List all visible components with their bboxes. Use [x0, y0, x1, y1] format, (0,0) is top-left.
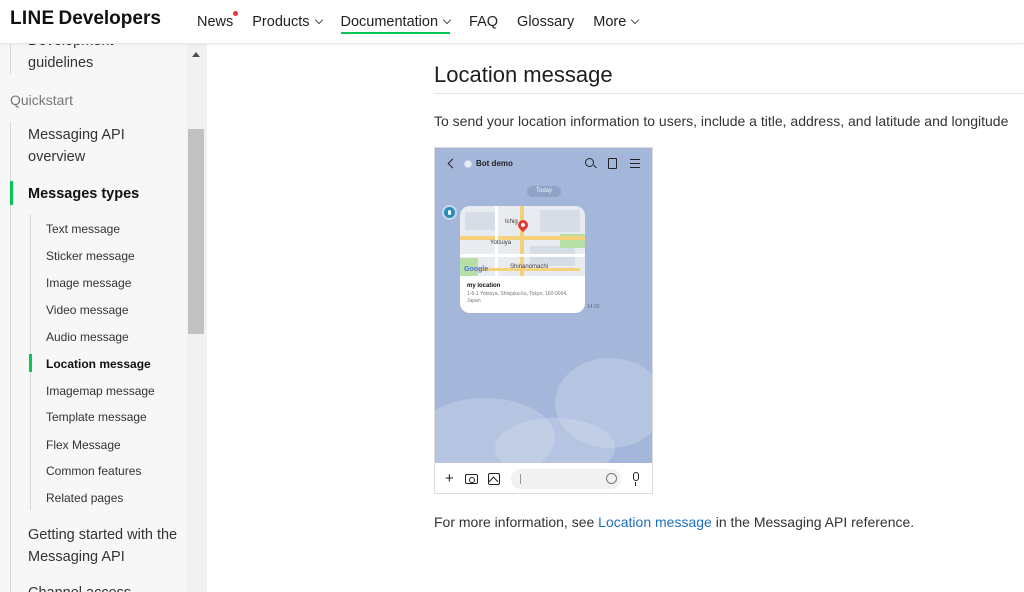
date-separator: Today — [527, 186, 561, 197]
nav-news-label: News — [197, 14, 234, 30]
bot-name: Bot demo — [476, 159, 513, 168]
sidebar-sub-flex-message[interactable]: Flex Message — [46, 438, 121, 452]
location-message-reference-link[interactable]: Location message — [598, 514, 712, 530]
map-label: Yotsuya — [490, 240, 512, 246]
location-title: my location — [467, 283, 501, 289]
docs-sidebar: Development guidelines Quickstart Messag… — [0, 44, 207, 592]
sidebar-active-indicator — [10, 181, 13, 205]
nav-news[interactable]: News — [197, 0, 239, 44]
image-icon[interactable] — [488, 473, 500, 485]
sidebar-section-quickstart[interactable]: Quickstart — [10, 92, 73, 108]
sender-avatar — [442, 205, 457, 220]
location-address: 1-6-1 Yotsuya, Shinjuku-ku, Tokyo, 160-0… — [467, 291, 568, 304]
location-message-screenshot: Bot demo Today Ichig Yotsuya Google Shin… — [434, 147, 653, 494]
chevron-down-icon — [631, 15, 640, 25]
map-pin-icon — [515, 217, 531, 233]
chevron-down-icon — [314, 15, 323, 25]
map-label: Ichig — [505, 219, 518, 225]
sidebar-sub-imagemap-message[interactable]: Imagemap message — [46, 384, 155, 398]
nav-glossary[interactable]: Glossary — [517, 0, 574, 44]
text-caret — [520, 474, 521, 484]
nav-glossary-label: Glossary — [517, 14, 575, 30]
bot-avatar — [464, 160, 472, 168]
sidebar-sub-sticker-message[interactable]: Sticker message — [46, 249, 135, 263]
sidebar-sub-common-features[interactable]: Common features — [46, 464, 141, 478]
chevron-down-icon — [442, 15, 452, 25]
map-preview: Ichig Yotsuya Google Shinanomachi — [460, 206, 585, 276]
nav-products[interactable]: Products — [252, 0, 323, 44]
sidebar-sub-related-pages[interactable]: Related pages — [46, 491, 123, 505]
logo-line-text: LINE — [10, 8, 55, 29]
note-icon[interactable] — [608, 158, 617, 169]
sidebar-item-messages-types[interactable]: Messages types — [28, 183, 178, 205]
plus-icon[interactable]: + — [445, 471, 454, 486]
news-notification-dot — [233, 11, 239, 16]
microphone-icon[interactable] — [633, 472, 639, 486]
map-block — [540, 210, 580, 232]
outro-paragraph: For more information, see Location messa… — [434, 514, 914, 530]
message-timestamp: 14:20 — [587, 304, 600, 310]
camera-icon[interactable] — [465, 474, 478, 484]
chat-header: Bot demo — [435, 148, 652, 180]
sidebar-sub-video-message[interactable]: Video message — [46, 303, 129, 317]
nav-faq-label: FAQ — [469, 14, 499, 30]
sidebar-item-channel-access[interactable]: Channel access — [28, 582, 178, 592]
nav-more-label: More — [593, 14, 627, 30]
sidebar-sub-audio-message[interactable]: Audio message — [46, 330, 129, 344]
sidebar-sub-active-indicator — [29, 354, 32, 372]
map-label: Shinanomachi — [510, 264, 549, 270]
top-header: LINE Developers News Products Documentati… — [0, 0, 1024, 44]
map-road — [460, 254, 585, 257]
outro-prefix: For more information, see — [434, 514, 599, 530]
logo-developers-text: Developers — [58, 8, 161, 29]
sidebar-item-getting-started[interactable]: Getting started with the Messaging API — [28, 524, 178, 568]
map-block — [465, 212, 495, 230]
nav-documentation[interactable]: Documentation — [340, 0, 452, 44]
menu-icon[interactable] — [630, 159, 640, 168]
outro-suffix: in the Messaging API reference. — [711, 514, 915, 530]
search-icon[interactable] — [585, 158, 594, 167]
sidebar-sub-template-message[interactable]: Template message — [46, 410, 147, 424]
intro-paragraph: To send your location information to use… — [434, 113, 1009, 129]
scroll-up-arrow-icon[interactable] — [192, 52, 200, 57]
sidebar-item-development-guidelines[interactable]: Development guidelines — [28, 44, 178, 74]
chat-input-bar: + — [435, 463, 652, 493]
chat-message-input[interactable] — [511, 469, 621, 489]
sidebar-scrollbar-thumb[interactable] — [188, 129, 204, 334]
sidebar-sub-text-message[interactable]: Text message — [46, 222, 120, 236]
sidebar-item-messaging-api-overview[interactable]: Messaging API overview — [28, 124, 178, 168]
back-chevron-icon[interactable] — [447, 158, 458, 169]
sidebar-sub-location-message[interactable]: Location message — [46, 357, 151, 371]
location-bubble[interactable]: Ichig Yotsuya Google Shinanomachi my loc… — [460, 206, 585, 313]
page-title: Location message — [434, 62, 613, 87]
google-logo: Google — [464, 266, 489, 273]
main-nav: News Products Documentation FAQ Glossary… — [197, 0, 657, 44]
nav-products-label: Products — [252, 14, 310, 30]
nav-faq[interactable]: FAQ — [469, 0, 498, 44]
emoji-icon[interactable] — [606, 473, 617, 484]
nav-more[interactable]: More — [593, 0, 640, 44]
title-divider — [434, 93, 1024, 94]
sidebar-sub-image-message[interactable]: Image message — [46, 276, 131, 290]
sidebar-tree-line — [10, 44, 11, 74]
nav-documentation-label: Documentation — [340, 14, 439, 30]
line-developers-logo[interactable]: LINE Developers — [10, 8, 161, 30]
